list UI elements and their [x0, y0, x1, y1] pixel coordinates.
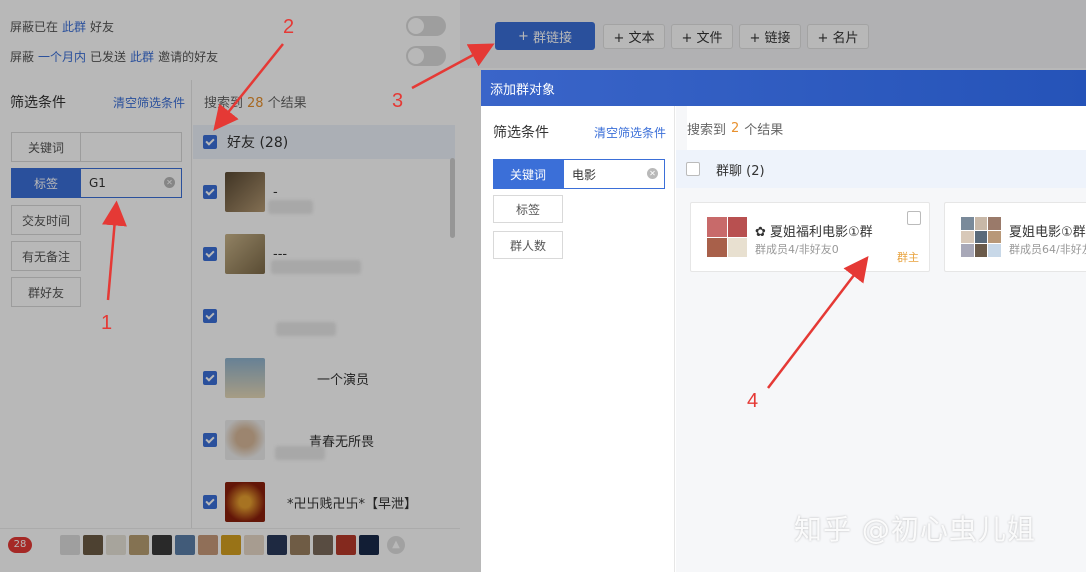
dialog-filter-tag-button[interactable]: 标签: [493, 195, 563, 223]
dialog-keyword-value: 电影: [572, 167, 597, 182]
dialog-group-checkbox[interactable]: [686, 162, 700, 176]
dialog-filter-keyword-button[interactable]: 关键词: [493, 159, 563, 189]
dialog-filter-panel: 筛选条件 清空筛选条件 关键词 电影 ✕ 标签 群人数: [481, 106, 675, 572]
group-meta: 群成员64/非好友: [1009, 243, 1086, 256]
dialog-filter-title: 筛选条件: [493, 125, 549, 141]
annotation-number: 2: [283, 16, 295, 38]
annotation-number: 3: [392, 90, 404, 112]
dialog-group-label: 群聊 (2): [716, 163, 765, 179]
group-avatar: [961, 217, 1001, 257]
group-meta: 群成员4/非好友0: [755, 243, 839, 256]
group-card[interactable]: ✿ 夏姐福利电影①群 群成员4/非好友0 群主: [690, 202, 930, 272]
dialog-results: 搜索到2个结果 群聊 (2) ✿ 夏姐福利电影①群 群成员4/非好友0 群主: [676, 106, 1086, 572]
dialog-keyword-input[interactable]: 电影 ✕: [563, 159, 665, 189]
flower-icon: ✿: [755, 225, 771, 240]
annotation-number: 1: [101, 312, 113, 334]
dialog-title: 添加群对象: [481, 70, 1086, 106]
dialog-filter-members-button[interactable]: 群人数: [493, 231, 563, 259]
group-card-checkbox[interactable]: [907, 211, 921, 225]
group-avatar: [707, 217, 747, 257]
clear-input-icon[interactable]: ✕: [647, 168, 658, 179]
annotation-number: 4: [747, 390, 759, 412]
group-name: 夏姐电影①群: [1009, 225, 1086, 240]
watermark: 知乎 @初心虫儿姐: [794, 513, 1036, 546]
add-group-dialog: 添加群对象 筛选条件 清空筛选条件 关键词 电影 ✕ 标签 群人数 搜索到 2 个结…: [481, 70, 1086, 572]
group-name: ✿ 夏姐福利电影①群: [755, 225, 873, 240]
dialog-group-row[interactable]: 群聊 (2): [676, 150, 1086, 188]
dialog-clear-filters-link[interactable]: 清空筛选条件: [594, 124, 666, 141]
group-card[interactable]: 夏姐电影①群 群成员64/非好友: [944, 202, 1086, 272]
dialog-result-summary: 搜索到 2 个结果: [687, 106, 1086, 150]
owner-badge: 群主: [897, 251, 919, 264]
